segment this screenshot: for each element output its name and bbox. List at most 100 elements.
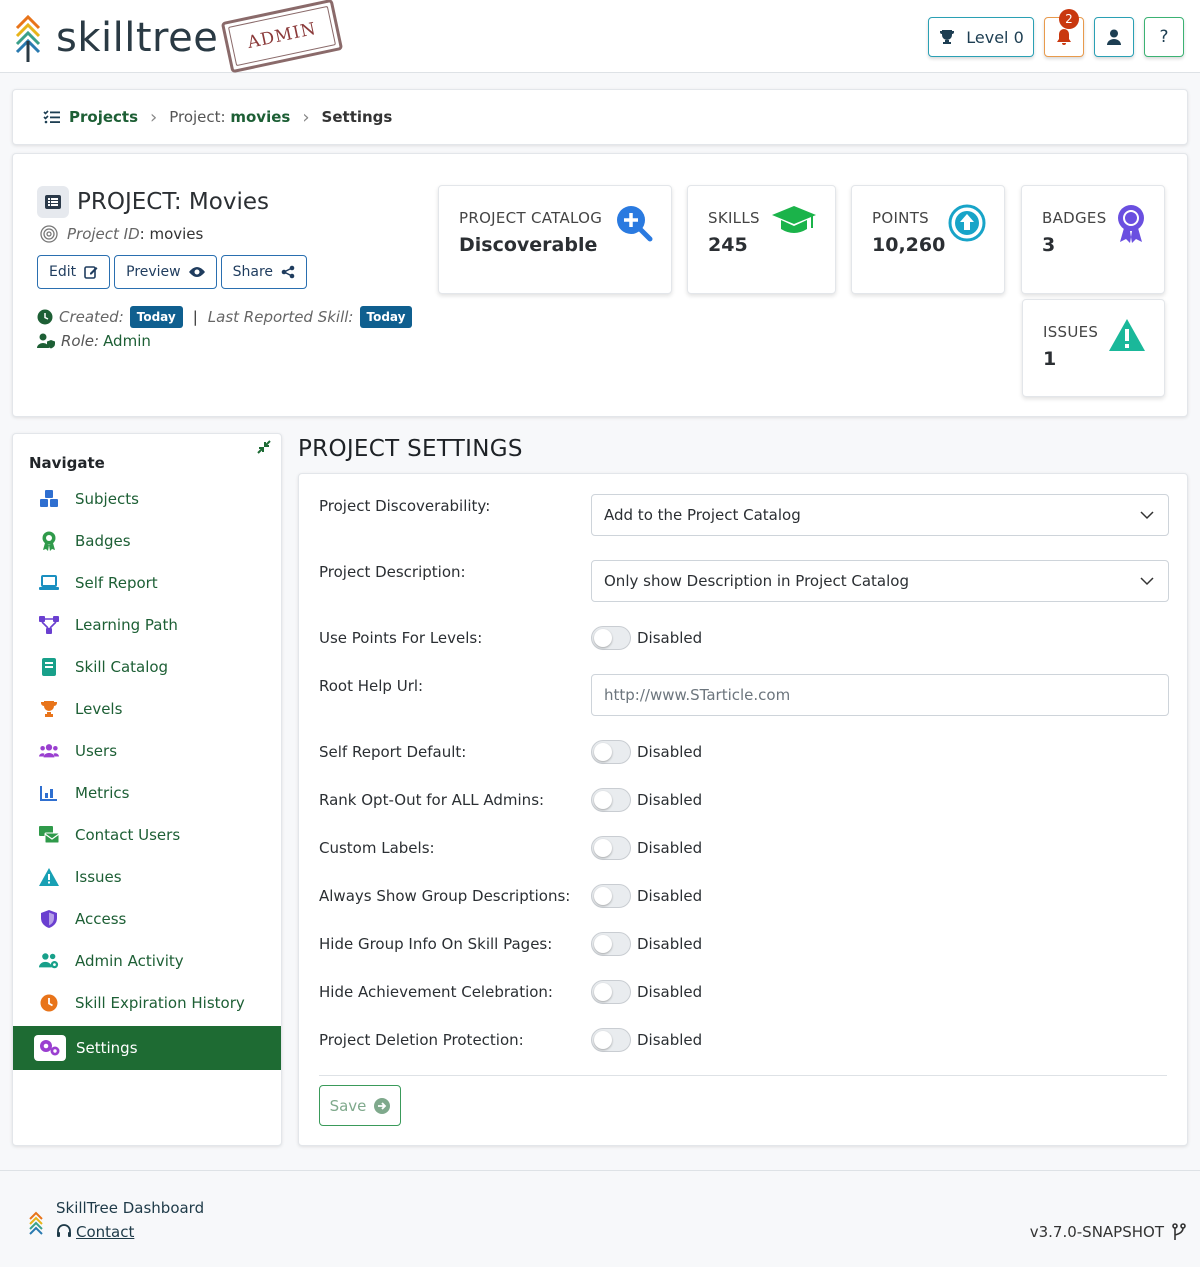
settings-card: Project Discoverability: Add to the Proj… bbox=[298, 473, 1188, 1146]
app-header: skilltree ADMIN Level 0 2 ? bbox=[0, 0, 1200, 74]
role-value: Admin bbox=[103, 332, 151, 350]
users-icon bbox=[39, 741, 59, 761]
discoverability-select[interactable]: Add to the Project Catalog bbox=[591, 494, 1169, 536]
sidebar-item-skill-expiration-history[interactable]: Skill Expiration History bbox=[13, 982, 281, 1024]
divider bbox=[319, 1075, 1167, 1076]
toggle-switch[interactable] bbox=[591, 932, 631, 956]
share-icon bbox=[281, 265, 295, 279]
custom-labels-toggle[interactable]: Disabled bbox=[591, 836, 702, 860]
project-id-value: : movies bbox=[139, 225, 204, 243]
sidebar-item-skill-catalog[interactable]: Skill Catalog bbox=[13, 646, 281, 688]
toggle-state: Disabled bbox=[637, 629, 703, 647]
cubes-icon bbox=[39, 489, 59, 509]
root-help-url-input[interactable]: http://www.STarticle.com bbox=[591, 674, 1169, 716]
description-label: Project Description: bbox=[319, 563, 466, 581]
sidebar-item-users[interactable]: Users bbox=[13, 730, 281, 772]
edit-project-button[interactable]: Edit bbox=[37, 255, 111, 289]
toggle-switch[interactable] bbox=[591, 788, 631, 812]
bell-icon bbox=[1057, 29, 1071, 45]
footer-brand: SkillTree Dashboard bbox=[56, 1199, 205, 1217]
toggle-label: Use Points For Levels: bbox=[319, 629, 483, 647]
sidebar-item-settings[interactable]: Settings bbox=[13, 1026, 281, 1070]
sidebar-item-label: Contact Users bbox=[75, 826, 181, 844]
sidebar-item-admin-activity[interactable]: Admin Activity bbox=[13, 940, 281, 982]
toggle-switch[interactable] bbox=[591, 740, 631, 764]
sidebar-item-issues[interactable]: Issues bbox=[13, 856, 281, 898]
clock-icon bbox=[37, 309, 53, 325]
logo[interactable]: skilltree bbox=[14, 14, 218, 62]
sidebar-item-metrics[interactable]: Metrics bbox=[13, 772, 281, 814]
stat-issues: ISSUES 1 bbox=[1022, 299, 1165, 397]
preview-label: Preview bbox=[126, 264, 181, 280]
breadcrumb: Projects › Project: movies › Settings bbox=[12, 89, 1188, 145]
discoverability-value: Add to the Project Catalog bbox=[604, 506, 801, 524]
sidebar-item-subjects[interactable]: Subjects bbox=[13, 478, 281, 520]
rank-opt-out-toggle[interactable]: Disabled bbox=[591, 788, 702, 812]
level-button[interactable]: Level 0 bbox=[928, 17, 1034, 57]
save-button[interactable]: Save bbox=[319, 1085, 401, 1126]
version-label: v3.7.0-SNAPSHOT bbox=[1029, 1223, 1164, 1241]
group-descriptions-toggle[interactable]: Disabled bbox=[591, 884, 702, 908]
toggle-switch[interactable] bbox=[591, 980, 631, 1004]
user-menu-button[interactable] bbox=[1094, 17, 1134, 57]
stat-label: POINTS bbox=[872, 209, 929, 227]
project-list-icon bbox=[37, 186, 69, 218]
project-id-label: Project ID bbox=[67, 225, 140, 243]
toggle-label: Rank Opt-Out for ALL Admins: bbox=[319, 791, 545, 809]
eye-icon bbox=[188, 267, 205, 277]
level-label: Level 0 bbox=[966, 27, 1024, 47]
mail-icon bbox=[39, 825, 59, 845]
sidebar-item-access[interactable]: Access bbox=[13, 898, 281, 940]
toggle-switch[interactable] bbox=[591, 1028, 631, 1052]
admin-stamp: ADMIN bbox=[220, 0, 344, 74]
sidebar-item-self-report[interactable]: Self Report bbox=[13, 562, 281, 604]
use-points-toggle[interactable]: Disabled bbox=[591, 626, 702, 650]
toggle-switch[interactable] bbox=[591, 836, 631, 860]
breadcrumb-project[interactable]: movies bbox=[230, 108, 290, 126]
chevron-down-icon bbox=[1140, 511, 1154, 520]
toggle-state: Disabled bbox=[637, 1031, 703, 1049]
hide-celebration-toggle[interactable]: Disabled bbox=[591, 980, 702, 1004]
hide-group-info-toggle[interactable]: Disabled bbox=[591, 932, 702, 956]
edit-label: Edit bbox=[49, 264, 77, 280]
stat-label: SKILLS bbox=[708, 209, 760, 227]
warning-icon bbox=[1109, 319, 1145, 351]
project-role: Role: Admin bbox=[37, 332, 151, 350]
sidebar-item-label: Levels bbox=[75, 700, 123, 718]
notifications-button[interactable]: 2 bbox=[1044, 9, 1084, 57]
breadcrumb-projects[interactable]: Projects bbox=[69, 108, 138, 126]
skilltree-logo-icon bbox=[15, 14, 41, 62]
sidebar-item-badges[interactable]: Badges bbox=[13, 520, 281, 562]
version: v3.7.0-SNAPSHOT bbox=[1030, 1223, 1186, 1241]
stat-badges: BADGES 3 bbox=[1021, 185, 1165, 294]
toggle-switch[interactable] bbox=[591, 626, 631, 650]
project-title-text: PROJECT: Movies bbox=[77, 189, 269, 215]
description-select[interactable]: Only show Description in Project Catalog bbox=[591, 560, 1169, 602]
stat-label: ISSUES bbox=[1043, 323, 1099, 341]
share-project-button[interactable]: Share bbox=[220, 255, 308, 289]
stat-value: 245 bbox=[708, 234, 748, 256]
sidebar-item-levels[interactable]: Levels bbox=[13, 688, 281, 730]
collapse-icon[interactable] bbox=[257, 440, 271, 458]
self-report-default-toggle[interactable]: Disabled bbox=[591, 740, 702, 764]
page-title: PROJECT SETTINGS bbox=[298, 436, 523, 462]
award-icon bbox=[1118, 205, 1144, 243]
sidebar-item-label: Issues bbox=[75, 868, 122, 886]
shield-icon bbox=[39, 909, 59, 929]
contact-link[interactable]: Contact bbox=[56, 1223, 134, 1241]
deletion-protection-toggle[interactable]: Disabled bbox=[591, 1028, 702, 1052]
skilltree-logo-icon bbox=[29, 1211, 43, 1235]
search-plus-icon bbox=[617, 206, 653, 242]
preview-project-button[interactable]: Preview bbox=[114, 255, 217, 289]
toggle-state: Disabled bbox=[637, 839, 703, 857]
sidebar-item-contact-users[interactable]: Contact Users bbox=[13, 814, 281, 856]
sidebar-item-learning-path[interactable]: Learning Path bbox=[13, 604, 281, 646]
toggle-switch[interactable] bbox=[591, 884, 631, 908]
stat-value: 1 bbox=[1043, 348, 1057, 370]
sidebar-item-label: Admin Activity bbox=[75, 952, 184, 970]
created-label: Created: bbox=[59, 308, 124, 326]
footer: SkillTree Dashboard Contact v3.7.0-SNAPS… bbox=[0, 1170, 1200, 1267]
list-check-icon bbox=[43, 110, 60, 124]
graduation-cap-icon bbox=[772, 206, 816, 233]
help-button[interactable]: ? bbox=[1144, 17, 1184, 57]
